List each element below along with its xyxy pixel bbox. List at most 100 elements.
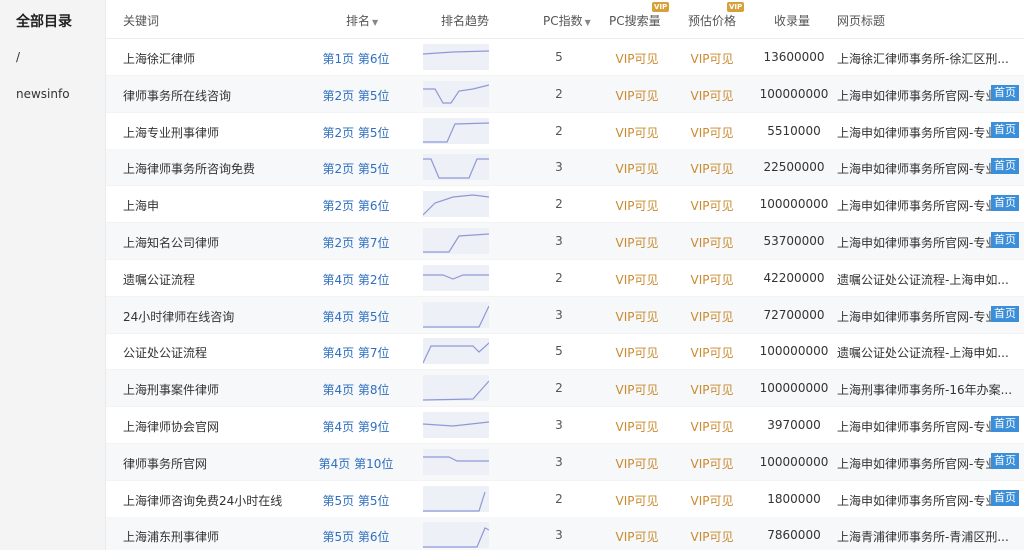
rank-trend-sparkline <box>423 375 489 402</box>
est-price-vip-link[interactable]: VIP可见 <box>679 197 745 214</box>
page-title-cell[interactable]: 上海申如律师事务所官网-专业 <box>837 418 1012 435</box>
pc-volume-vip-link[interactable]: VIP可见 <box>602 271 672 288</box>
pc-volume-vip-link[interactable]: VIP可见 <box>602 455 672 472</box>
indexed-count-cell: 22500000 <box>763 160 825 175</box>
indexed-count-cell: 53700000 <box>763 234 825 248</box>
est-price-vip-link[interactable]: VIP可见 <box>679 160 745 177</box>
pc-index-cell: 2 <box>555 123 563 138</box>
est-price-vip-link[interactable]: VIP可见 <box>679 492 745 509</box>
table-row: 24小时律师在线咨询 第4页 第5位 3 VIP可见 VIP可见 72700000 上海申如… <box>106 296 1024 334</box>
page-title-cell[interactable]: 上海申如律师事务所官网-专业 <box>837 308 1012 325</box>
rank-link[interactable]: 第4页 第8位 <box>316 381 396 398</box>
rank-link[interactable]: 第2页 第5位 <box>316 87 396 104</box>
rank-link[interactable]: 第4页 第9位 <box>316 418 396 435</box>
pc-index-cell: 5 <box>555 50 563 64</box>
rank-link[interactable]: 第2页 第6位 <box>316 197 396 214</box>
est-price-vip-link[interactable]: VIP可见 <box>679 455 745 472</box>
pc-volume-vip-link[interactable]: VIP可见 <box>602 381 672 398</box>
page-title-cell[interactable]: 上海申如律师事务所官网-专业 <box>837 197 1012 214</box>
homepage-badge[interactable]: 首页 <box>991 121 1019 138</box>
rank-trend-sparkline <box>423 301 489 328</box>
indexed-count-cell: 7860000 <box>767 528 821 543</box>
table-row: 遗嘱公证流程 第4页 第2位 2 VIP可见 VIP可见 42200000 遗嘱公证处公证流… <box>106 260 1024 297</box>
pc-volume-vip-link[interactable]: VIP可见 <box>602 160 672 177</box>
keyword-cell: 上海律师咨询免费24小时在线 <box>123 493 283 508</box>
keyword-cell: 律师事务所在线咨询 <box>123 88 232 103</box>
rank-link[interactable]: 第4页 第10位 <box>316 455 396 472</box>
est-price-vip-link[interactable]: VIP可见 <box>679 124 745 141</box>
homepage-badge[interactable]: 首页 <box>991 416 1019 432</box>
pc-index-cell: 5 <box>555 344 563 359</box>
pc-volume-vip-link[interactable]: VIP可见 <box>602 50 672 67</box>
page-title-cell[interactable]: 上海徐汇律师事务所-徐汇区刑... <box>837 50 1012 67</box>
sort-down-icon[interactable]: ▼ <box>372 18 378 27</box>
est-price-vip-link[interactable]: VIP可见 <box>679 528 745 545</box>
page-title-cell[interactable]: 遗嘱公证处公证流程-上海申如... <box>837 344 1012 361</box>
est-price-vip-link[interactable]: VIP可见 <box>679 381 745 398</box>
indexed-count-cell: 1800000 <box>767 491 821 506</box>
homepage-badge[interactable]: 首页 <box>991 232 1019 248</box>
rank-link[interactable]: 第2页 第5位 <box>316 124 396 141</box>
page-title-cell[interactable]: 上海申如律师事务所官网-专业 <box>837 234 1012 251</box>
header-pc-index[interactable]: PC指数 ▼ <box>543 12 591 29</box>
keyword-cell: 上海专业刑事律师 <box>123 125 220 140</box>
pc-volume-vip-link[interactable]: VIP可见 <box>602 528 672 545</box>
rank-link[interactable]: 第4页 第5位 <box>316 308 396 325</box>
est-price-vip-link[interactable]: VIP可见 <box>679 418 745 435</box>
est-price-vip-link[interactable]: VIP可见 <box>679 308 745 325</box>
sidebar-item-newsinfo[interactable]: newsinfo <box>16 87 70 101</box>
sort-down-icon[interactable]: ▼ <box>585 18 591 27</box>
indexed-count-cell: 13600000 <box>763 50 825 64</box>
pc-index-cell: 3 <box>555 528 563 543</box>
rank-link[interactable]: 第1页 第6位 <box>316 50 396 67</box>
directory-sidebar: 全部目录 / newsinfo <box>0 0 106 550</box>
homepage-badge[interactable]: 首页 <box>991 158 1019 175</box>
page-title-cell[interactable]: 上海申如律师事务所官网-专业 <box>837 492 1012 509</box>
homepage-badge[interactable]: 首页 <box>991 489 1019 506</box>
page-title-cell[interactable]: 上海申如律师事务所官网-专业 <box>837 455 1012 472</box>
pc-volume-vip-link[interactable]: VIP可见 <box>602 124 672 141</box>
rank-link[interactable]: 第4页 第7位 <box>316 344 396 361</box>
table-row: 上海知名公司律师 第2页 第7位 3 VIP可见 VIP可见 53700000 上海申如律师… <box>106 223 1024 260</box>
pc-index-cell: 2 <box>555 197 563 212</box>
indexed-count-cell: 72700000 <box>763 307 825 322</box>
homepage-badge[interactable]: 首页 <box>991 84 1019 101</box>
pc-volume-vip-link[interactable]: VIP可见 <box>602 492 672 509</box>
rank-link[interactable]: 第2页 第5位 <box>316 160 396 177</box>
sidebar-item-root[interactable]: / <box>16 50 20 64</box>
pc-volume-vip-link[interactable]: VIP可见 <box>602 418 672 435</box>
keyword-cell: 上海浦东刑事律师 <box>123 530 220 545</box>
vip-badge: VIP <box>652 2 670 12</box>
est-price-vip-link[interactable]: VIP可见 <box>679 271 745 288</box>
indexed-count-cell: 100000000 <box>759 197 829 212</box>
rank-trend-sparkline <box>423 448 489 475</box>
homepage-badge[interactable]: 首页 <box>991 195 1019 212</box>
homepage-badge[interactable]: 首页 <box>991 305 1019 322</box>
keyword-ranking-app: 全部目录 / newsinfo 关键词 排名 ▼ 排名趋势 PC指数 ▼ PC搜索量… <box>0 0 1024 550</box>
pc-volume-vip-link[interactable]: VIP可见 <box>602 197 672 214</box>
rank-link[interactable]: 第4页 第2位 <box>316 271 396 288</box>
pc-volume-vip-link[interactable]: VIP可见 <box>602 344 672 361</box>
page-title-cell[interactable]: 上海青浦律师事务所-青浦区刑... <box>837 528 1012 545</box>
page-title-cell[interactable]: 上海申如律师事务所官网-专业 <box>837 160 1012 177</box>
est-price-vip-link[interactable]: VIP可见 <box>679 50 745 67</box>
header-page-title: 网页标题 <box>837 14 886 28</box>
header-rank[interactable]: 排名 ▼ <box>346 12 378 29</box>
rank-link[interactable]: 第2页 第7位 <box>316 234 396 251</box>
rank-trend-sparkline <box>423 80 489 107</box>
pc-index-cell: 3 <box>555 307 563 322</box>
est-price-vip-link[interactable]: VIP可见 <box>679 87 745 104</box>
homepage-badge[interactable]: 首页 <box>991 452 1019 469</box>
est-price-vip-link[interactable]: VIP可见 <box>679 344 745 361</box>
rank-link[interactable]: 第5页 第6位 <box>316 528 396 545</box>
page-title-cell[interactable]: 上海刑事律师事务所-16年办案... <box>837 381 1012 398</box>
est-price-vip-link[interactable]: VIP可见 <box>679 234 745 251</box>
page-title-cell[interactable]: 遗嘱公证处公证流程-上海申如... <box>837 271 1012 288</box>
page-title-cell[interactable]: 上海申如律师事务所官网-专业 <box>837 87 1012 104</box>
page-title-cell[interactable]: 上海申如律师事务所官网-专业 <box>837 124 1012 141</box>
pc-volume-vip-link[interactable]: VIP可见 <box>602 234 672 251</box>
rank-link[interactable]: 第5页 第5位 <box>316 492 396 509</box>
pc-volume-vip-link[interactable]: VIP可见 <box>602 87 672 104</box>
keyword-cell: 上海知名公司律师 <box>123 236 220 250</box>
pc-volume-vip-link[interactable]: VIP可见 <box>602 308 672 325</box>
